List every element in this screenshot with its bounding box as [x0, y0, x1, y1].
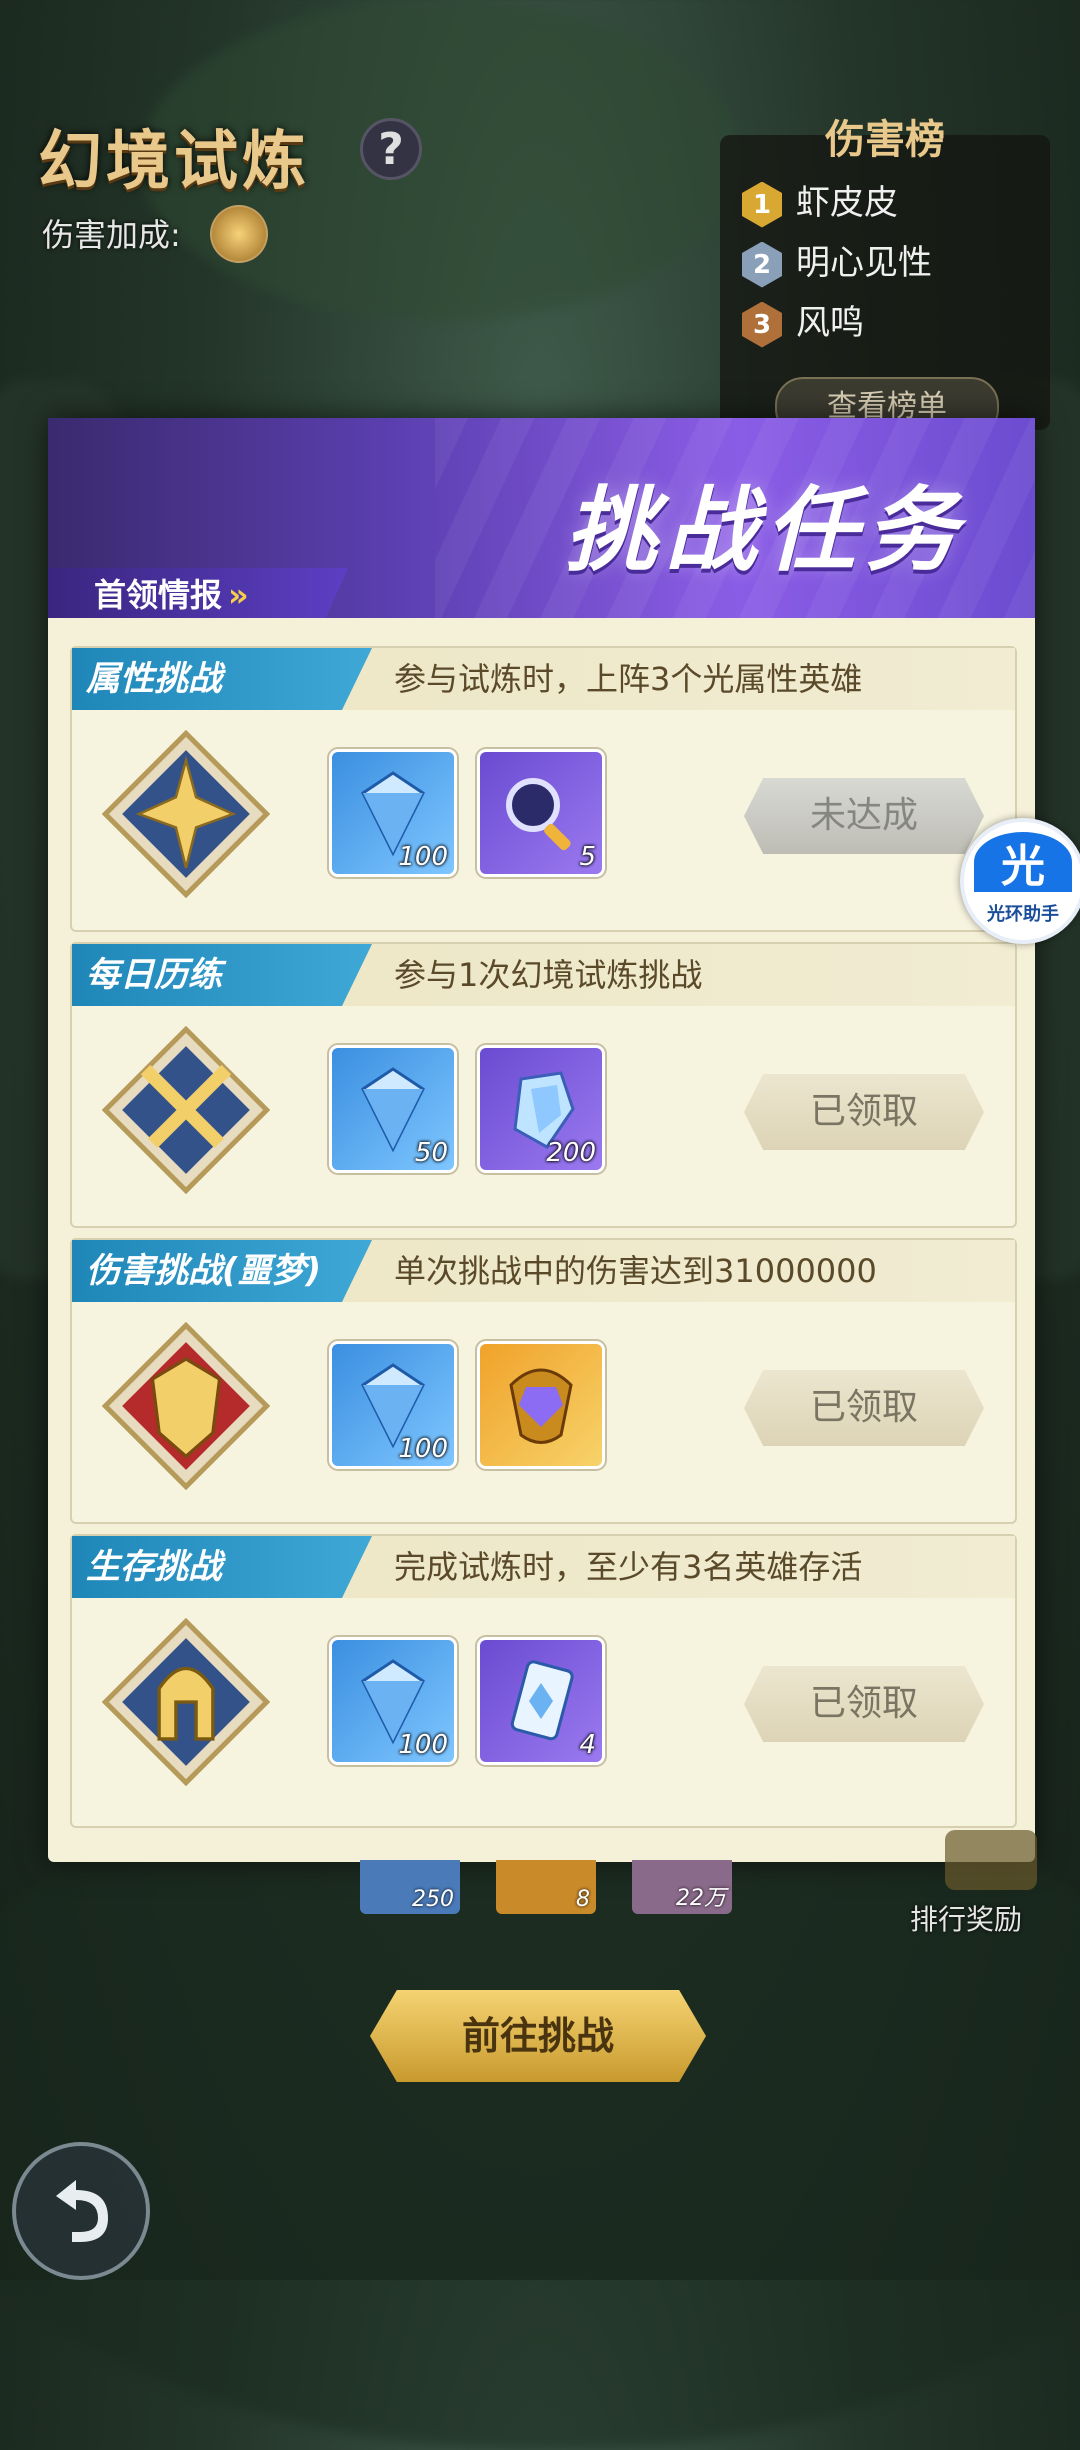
reward-item[interactable]: 4 [480, 1640, 602, 1762]
reward-item[interactable]: 100 [332, 1640, 454, 1762]
help-button[interactable]: ? [360, 118, 422, 180]
reward-item[interactable]: 200 [480, 1048, 602, 1170]
reward-item[interactable]: 100 [332, 1344, 454, 1466]
reward-item[interactable]: 50 [332, 1048, 454, 1170]
rank-2-icon: 2 [742, 241, 782, 288]
back-arrow-icon [56, 2180, 108, 2242]
damage-ranking-panel: 伤害榜 1 虾皮皮 2 明心见性 3 风鸣 查看榜单 [720, 117, 1050, 437]
task-tag: 生存挑战 [72, 1536, 372, 1598]
helmet-badge-icon [102, 1618, 270, 1786]
reward-item[interactable]: 250 [360, 1860, 460, 1914]
reward-quantity: 250 [412, 1887, 454, 1912]
chevron-right-icon: » [228, 576, 249, 614]
boss-info-label: 首领情报 [94, 576, 223, 614]
ranking-reward-label[interactable]: 排行奖励 [910, 1898, 1022, 1938]
helper-glyph: 光 [974, 832, 1072, 892]
reward-quantity: 5 [579, 842, 596, 872]
modal-banner: 挑战任务 首领情报» [48, 418, 1035, 618]
task-tag: 伤害挑战(噩梦) [72, 1240, 372, 1302]
task-description: 参与1次幻境试炼挑战 [394, 956, 703, 994]
back-button[interactable] [12, 2142, 150, 2280]
task-card: 伤害挑战(噩梦) 单次挑战中的伤害达到31000000 100 已领取 [70, 1238, 1017, 1524]
ranking-name: 明心见性 [796, 243, 932, 283]
reward-item[interactable]: 22万 [632, 1860, 732, 1914]
demon-badge-icon [102, 1322, 270, 1490]
magnifier-icon [506, 778, 571, 851]
task-description: 完成试炼时，至少有3名英雄存活 [394, 1548, 863, 1586]
ranking-row: 3 风鸣 [742, 295, 864, 348]
helper-label: 光环助手 [987, 904, 1059, 925]
damage-bonus-label: 伤害加成: [42, 216, 181, 254]
task-status-button[interactable]: 未达成 [744, 778, 984, 854]
light-element-badge-icon [102, 730, 270, 898]
go-challenge-button[interactable]: 前往挑战 [370, 1990, 706, 2082]
reward-quantity: 4 [579, 1730, 596, 1760]
reward-quantity: 22万 [676, 1886, 726, 1911]
ranking-reward-icon[interactable] [945, 1830, 1037, 1890]
ranking-title: 伤害榜 [825, 117, 945, 163]
boss-info-tab[interactable]: 首领情报» [48, 568, 348, 618]
task-tag: 属性挑战 [72, 648, 372, 710]
reward-quantity: 50 [414, 1138, 448, 1168]
reward-item[interactable]: 8 [496, 1860, 596, 1914]
crossed-swords-badge-icon [102, 1026, 270, 1194]
gem-frame-icon [509, 1368, 573, 1444]
rank-1-icon: 1 [742, 181, 782, 228]
reward-quantity: 100 [398, 842, 448, 872]
bonus-element-icon[interactable] [210, 205, 268, 263]
task-description: 参与试炼时，上阵3个光属性英雄 [394, 660, 863, 698]
task-status-button[interactable]: 已领取 [744, 1074, 984, 1150]
rank-3-icon: 3 [742, 301, 782, 348]
ranking-name: 风鸣 [796, 303, 864, 343]
reward-item[interactable]: 100 [332, 752, 454, 874]
reward-quantity: 100 [398, 1730, 448, 1760]
task-description: 单次挑战中的伤害达到31000000 [394, 1252, 877, 1290]
ranking-name: 虾皮皮 [796, 183, 898, 223]
challenge-task-modal: 挑战任务 首领情报» 属性挑战 参与试炼时，上阵3个光属性英雄 100 5 未达… [48, 418, 1035, 1862]
ranking-row: 2 明心见性 [742, 235, 932, 288]
modal-title: 挑战任务 [564, 477, 965, 584]
task-status-button[interactable]: 已领取 [744, 1370, 984, 1446]
reward-quantity: 8 [576, 1887, 590, 1912]
task-tag: 每日历练 [72, 944, 372, 1006]
task-card: 属性挑战 参与试炼时，上阵3个光属性英雄 100 5 未达成 [70, 646, 1017, 932]
task-card: 每日历练 参与1次幻境试炼挑战 50 200 已领取 [70, 942, 1017, 1228]
task-status-button[interactable]: 已领取 [744, 1666, 984, 1742]
helper-assistant-button[interactable]: 光 光环助手 [960, 818, 1080, 944]
task-card: 生存挑战 完成试炼时，至少有3名英雄存活 100 4 已领取 [70, 1534, 1017, 1828]
reward-quantity: 200 [546, 1138, 596, 1168]
reward-item[interactable]: 5 [480, 752, 602, 874]
card-icon [510, 1660, 574, 1741]
reward-item[interactable] [480, 1344, 602, 1466]
page-title: 幻境试炼 [38, 125, 310, 199]
ranking-row: 1 虾皮皮 [742, 175, 898, 228]
reward-quantity: 100 [398, 1434, 448, 1464]
